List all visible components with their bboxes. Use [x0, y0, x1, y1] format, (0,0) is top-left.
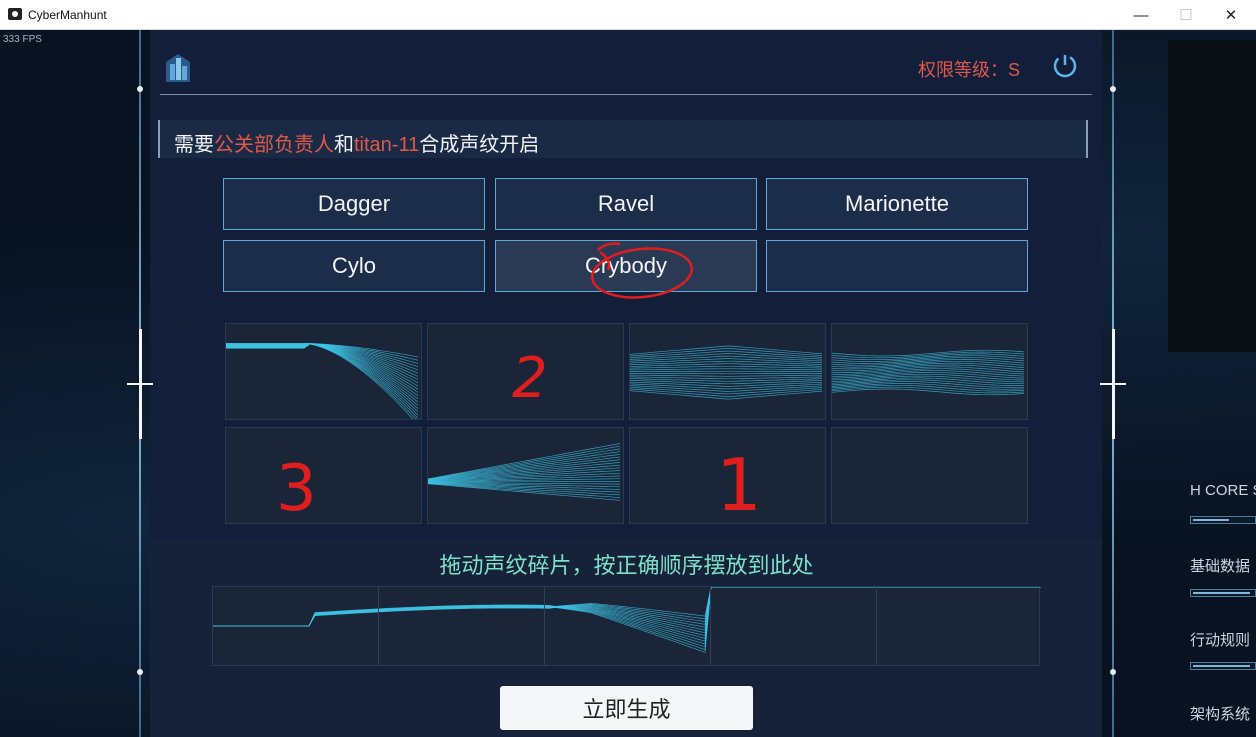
- drop-slot[interactable]: [213, 587, 379, 665]
- right-crosshair: [1100, 329, 1126, 439]
- generate-button[interactable]: 立即生成: [500, 686, 753, 730]
- wave-line: [226, 343, 419, 416]
- power-icon[interactable]: [1051, 52, 1079, 80]
- hologram-panel: [1168, 40, 1256, 352]
- drop-slot[interactable]: [379, 587, 545, 665]
- option-marionette[interactable]: Marionette: [766, 178, 1028, 230]
- close-button[interactable]: ✕: [1208, 0, 1254, 30]
- drop-slot[interactable]: [545, 587, 711, 665]
- wave-line: [630, 368, 822, 371]
- voiceprint-fragment[interactable]: [629, 323, 826, 420]
- wave-line: [630, 365, 823, 369]
- voiceprint-fragment[interactable]: [831, 323, 1028, 420]
- permission-level: 权限等级：S: [918, 60, 1021, 80]
- voiceprint-fragment[interactable]: [831, 427, 1028, 524]
- wave-line: [832, 351, 1025, 359]
- wave-line: [630, 376, 823, 380]
- right-label: 行动规则: [1190, 632, 1251, 649]
- wave-line: [226, 343, 419, 406]
- right-label: H CORE S: [1190, 482, 1256, 499]
- waveform: [428, 443, 621, 501]
- prompt-target: titan-11: [354, 134, 420, 156]
- wave-line: [428, 462, 621, 481]
- prompt-part: 和: [334, 134, 354, 156]
- voiceprint-fragment[interactable]: [225, 427, 422, 524]
- waveform: [630, 345, 823, 400]
- waveform: [226, 343, 419, 419]
- wave-line: [832, 362, 1025, 370]
- unlock-prompt: 需要公关部负责人和titan-11合成声纹开启: [158, 120, 1088, 158]
- option-ravel[interactable]: Ravel: [495, 178, 757, 230]
- level-bar: [1190, 589, 1256, 597]
- level-bar: [1190, 662, 1256, 670]
- window-title: CyberManhunt: [28, 8, 107, 22]
- wave-line: [226, 343, 419, 384]
- maximize-button[interactable]: ☐: [1163, 0, 1209, 30]
- wave-line: [630, 388, 823, 397]
- wave-line: [428, 464, 621, 482]
- level-bar-fill: [1193, 519, 1229, 521]
- app-eye-icon: [8, 8, 22, 20]
- drop-slots[interactable]: [212, 586, 1043, 666]
- frame-dot: [137, 86, 143, 92]
- prompt-part: 合成声纹开启: [419, 134, 540, 156]
- drop-slot[interactable]: [877, 587, 1043, 665]
- wave-line: [832, 370, 1025, 377]
- game-scene: 333 FPS 权限等级：S 需要公关部负责人和titan-11合成声纹开启 D…: [0, 30, 1256, 737]
- header-divider: [160, 94, 1092, 95]
- voiceprint-fragment[interactable]: [427, 427, 624, 524]
- level-bar-fill: [1193, 665, 1250, 667]
- wave-line: [630, 348, 823, 357]
- waveform: [832, 349, 1025, 396]
- level-bar: [1190, 516, 1256, 524]
- level-bar-fill: [1193, 592, 1250, 594]
- wave-line: [428, 451, 621, 480]
- prompt-role: 公关部负责人: [214, 134, 334, 156]
- fps-counter: 333 FPS: [3, 34, 42, 45]
- left-crosshair: [127, 329, 153, 439]
- frame-dot: [1110, 86, 1116, 92]
- wave-line: [226, 343, 419, 403]
- option-crybody[interactable]: Crybody: [495, 240, 757, 292]
- wave-line: [832, 388, 1025, 396]
- wave-line: [630, 374, 822, 377]
- minimize-button[interactable]: —: [1118, 0, 1164, 30]
- wave-line: [226, 343, 419, 419]
- drop-slot[interactable]: [711, 587, 877, 665]
- option-empty[interactable]: [766, 240, 1028, 292]
- voiceprint-fragment[interactable]: [427, 323, 624, 420]
- right-label: 架构系统: [1190, 706, 1251, 723]
- frame-dot: [137, 669, 143, 675]
- option-cylo[interactable]: Cylo: [223, 240, 485, 292]
- voiceprint-fragment[interactable]: [225, 323, 422, 420]
- voiceprint-fragment[interactable]: [629, 427, 826, 524]
- wave-line: [428, 443, 621, 480]
- prompt-text: 需要公关部负责人和titan-11合成声纹开启: [174, 128, 539, 157]
- title-bar: CyberManhunt — ☐ ✕: [0, 0, 1256, 30]
- prompt-part: 需要: [174, 134, 214, 156]
- frame-dot: [1110, 669, 1116, 675]
- building-logo-icon: [166, 54, 190, 82]
- right-label: 基础数据: [1190, 558, 1251, 575]
- option-dagger[interactable]: Dagger: [223, 178, 485, 230]
- wave-line: [428, 448, 621, 480]
